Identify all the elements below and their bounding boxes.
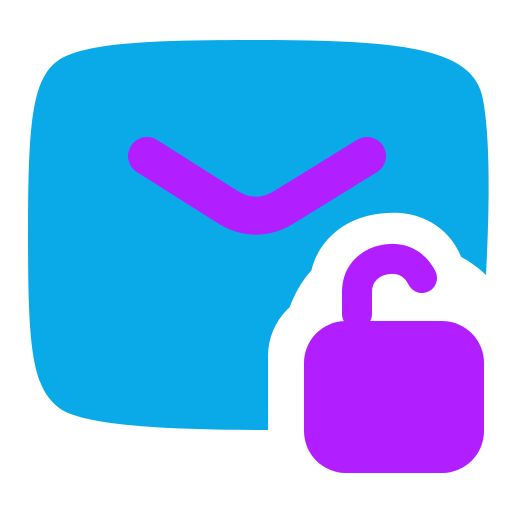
padlock-body [304, 321, 484, 473]
mail-unlock-icon [28, 40, 508, 500]
icon-canvas [0, 0, 512, 512]
